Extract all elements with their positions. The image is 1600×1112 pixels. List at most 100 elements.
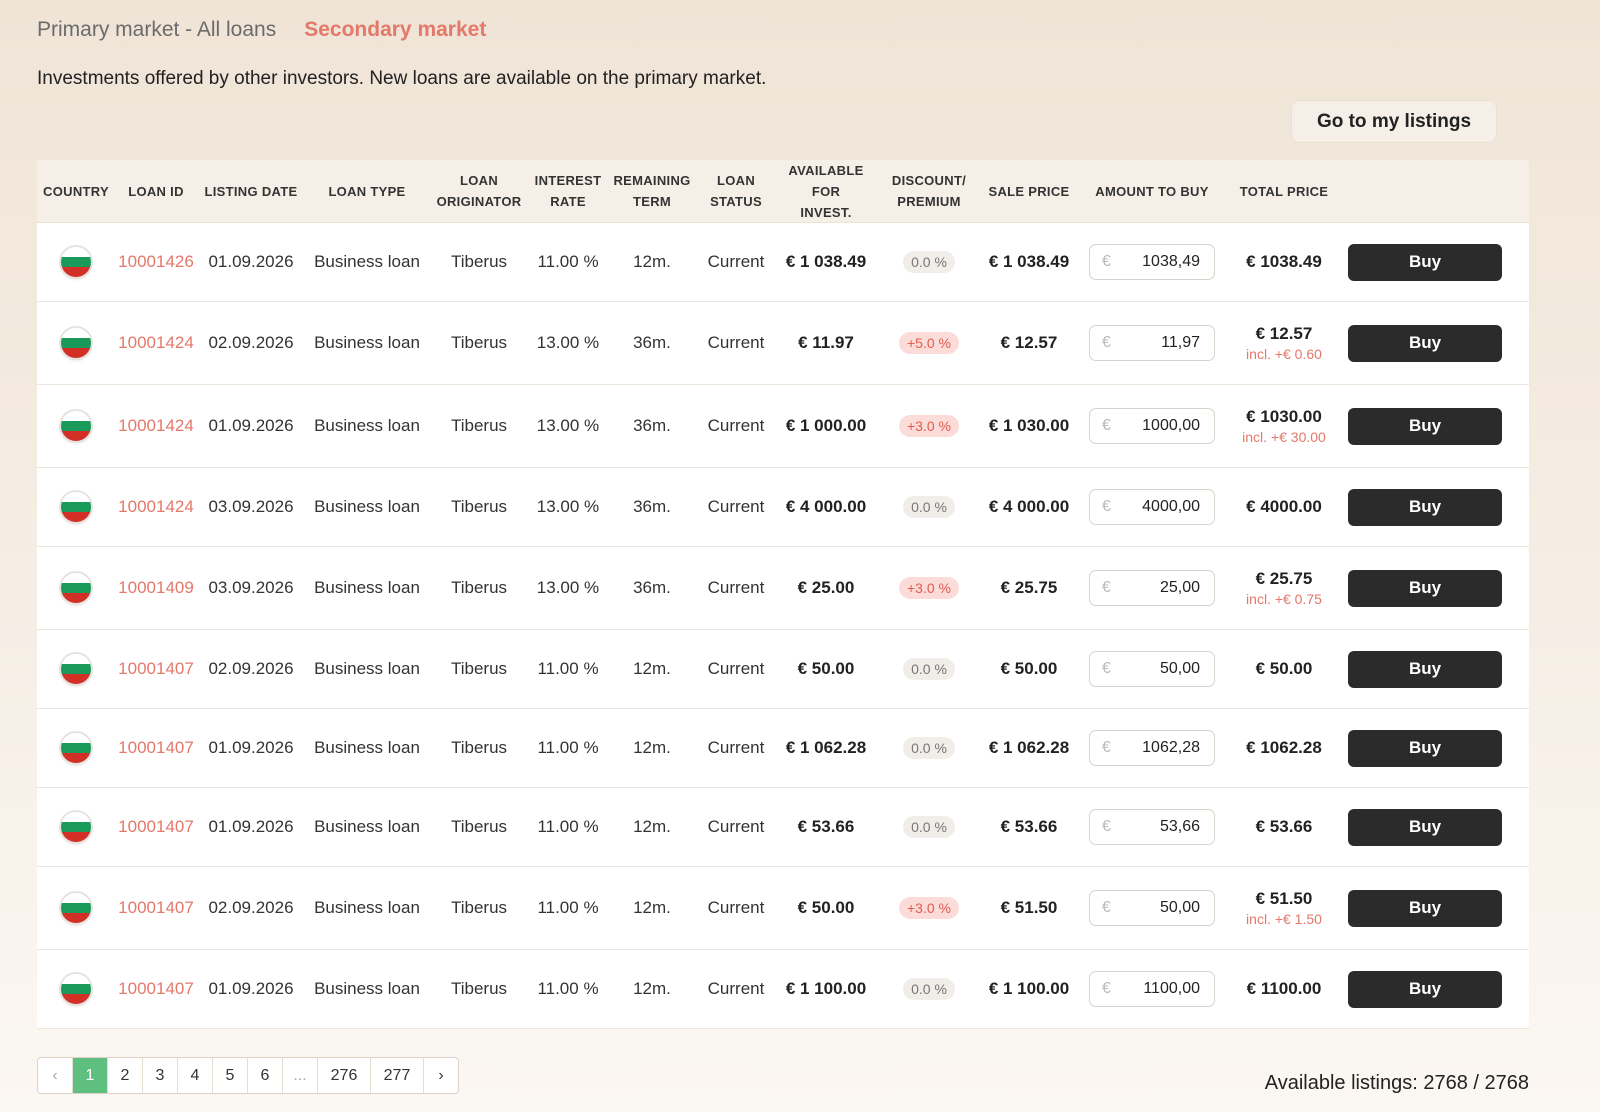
amount-to-buy-field[interactable]: €: [1089, 325, 1215, 361]
remaining-term: 12m.: [633, 898, 671, 917]
buy-button[interactable]: Buy: [1348, 243, 1502, 281]
loan-id-link[interactable]: 10001426: [115, 252, 197, 272]
amount-to-buy-field[interactable]: €: [1089, 651, 1215, 687]
loan-id-link[interactable]: 10001407: [115, 738, 197, 758]
loan-id-text[interactable]: 10001407: [118, 659, 194, 678]
amount-to-buy-field[interactable]: €: [1089, 408, 1215, 444]
loan-id-link[interactable]: 10001407: [115, 659, 197, 679]
col-remaining-term[interactable]: REMAINING TERM: [607, 170, 697, 212]
interest-rate: 11.00 %: [537, 979, 599, 998]
amount-to-buy-field[interactable]: €: [1089, 570, 1215, 606]
page-button-277[interactable]: 277: [371, 1058, 424, 1093]
next-page-button[interactable]: ›: [424, 1058, 458, 1093]
col-remaining-term-line1: REMAINING: [613, 173, 691, 188]
buy-button[interactable]: Buy: [1348, 488, 1502, 526]
buy-button[interactable]: Buy: [1348, 650, 1502, 688]
col-listing-date[interactable]: LISTING DATE: [197, 181, 305, 202]
page-button-276[interactable]: 276: [318, 1058, 371, 1093]
bulgaria-flag-icon: [61, 247, 91, 277]
col-discount-premium[interactable]: DISCOUNT/PREMIUM: [877, 170, 981, 212]
loan-id-link[interactable]: 10001424: [115, 333, 197, 353]
loan-id-text[interactable]: 10001409: [118, 578, 194, 597]
buy-button[interactable]: Buy: [1348, 324, 1502, 362]
amount-cell: €: [1077, 730, 1227, 766]
go-to-my-listings-button[interactable]: Go to my listings: [1291, 100, 1497, 143]
buy-cell: Buy: [1341, 650, 1509, 688]
amount-to-buy-input[interactable]: [1118, 898, 1202, 918]
amount-to-buy-input[interactable]: [1118, 416, 1202, 436]
interest-rate: 13.00 %: [536, 416, 600, 435]
amount-to-buy-input[interactable]: [1118, 497, 1202, 517]
col-loan-status[interactable]: LOAN STATUS: [697, 170, 775, 212]
buy-button[interactable]: Buy: [1348, 569, 1502, 607]
amount-to-buy-input[interactable]: [1118, 252, 1202, 272]
loan-id-link[interactable]: 10001409: [115, 578, 197, 598]
pagination: ‹ 1 2 3 4 5 6... 276 277 ›: [37, 1057, 459, 1094]
buy-button[interactable]: Buy: [1348, 970, 1502, 1008]
loan-id-text[interactable]: 10001407: [118, 738, 194, 757]
discount-badge: +3.0 %: [899, 415, 959, 437]
tab-primary-market[interactable]: Primary market - All loans: [37, 18, 276, 42]
loan-id-text[interactable]: 10001407: [118, 979, 194, 998]
loan-id-text[interactable]: 10001424: [118, 497, 194, 516]
loan-status: Current: [707, 252, 765, 271]
col-loan-type[interactable]: LOAN TYPE: [305, 181, 429, 202]
tab-secondary-market[interactable]: Secondary market: [304, 18, 486, 42]
buy-button[interactable]: Buy: [1348, 808, 1502, 846]
amount-to-buy-field[interactable]: €: [1089, 890, 1215, 926]
bulgaria-flag-icon: [61, 812, 91, 842]
page-button-4[interactable]: 4: [178, 1058, 213, 1093]
buy-button[interactable]: Buy: [1348, 729, 1502, 767]
loan-id-text[interactable]: 10001407: [118, 817, 194, 836]
col-interest-rate[interactable]: INTEREST RATE: [529, 170, 607, 212]
amount-to-buy-input[interactable]: [1118, 578, 1202, 598]
loan-type: Business loan: [314, 979, 420, 998]
discount-cell: +5.0 %: [877, 332, 981, 354]
amount-to-buy-field[interactable]: €: [1089, 730, 1215, 766]
amount-to-buy-input[interactable]: [1118, 333, 1202, 353]
amount-to-buy-input[interactable]: [1118, 659, 1202, 679]
col-interest-rate-line1: INTEREST: [534, 173, 602, 188]
col-loan-originator[interactable]: LOAN ORIGINATOR: [429, 170, 529, 212]
amount-to-buy-field[interactable]: €: [1089, 244, 1215, 280]
prev-page-button[interactable]: ‹: [38, 1058, 73, 1093]
page-button-2[interactable]: 2: [108, 1058, 143, 1093]
buy-cell: Buy: [1341, 488, 1509, 526]
page-button-6[interactable]: 6: [248, 1058, 283, 1093]
loan-id-link[interactable]: 10001407: [115, 979, 197, 999]
sale-price: € 1 030.00: [988, 416, 1070, 435]
col-country[interactable]: COUNTRY: [37, 181, 115, 202]
page-button-3[interactable]: 3: [143, 1058, 178, 1093]
page-button-5[interactable]: 5: [213, 1058, 248, 1093]
amount-to-buy-field[interactable]: €: [1089, 489, 1215, 525]
loan-id-text[interactable]: 10001424: [118, 333, 194, 352]
amount-to-buy-field[interactable]: €: [1089, 809, 1215, 845]
col-loan-originator-line2: ORIGINATOR: [436, 194, 522, 209]
loan-id-link[interactable]: 10001407: [115, 898, 197, 918]
loan-id-link[interactable]: 10001407: [115, 817, 197, 837]
amount-to-buy-input[interactable]: [1118, 738, 1202, 758]
loan-id-text[interactable]: 10001407: [118, 898, 194, 917]
buy-button[interactable]: Buy: [1348, 889, 1502, 927]
loan-status: Current: [707, 817, 765, 836]
col-sale-price[interactable]: SALE PRICE: [981, 181, 1077, 202]
page-button-1[interactable]: 1: [73, 1058, 108, 1093]
buy-button[interactable]: Buy: [1348, 407, 1502, 445]
amount-to-buy-input[interactable]: [1118, 817, 1202, 837]
available-amount: € 4 000.00: [785, 497, 867, 516]
country-cell: [37, 573, 115, 603]
sale-price: € 1 038.49: [988, 252, 1070, 271]
col-total-price[interactable]: TOTAL PRICE: [1227, 181, 1341, 202]
total-price: € 1030.00: [1246, 407, 1322, 426]
loan-id-link[interactable]: 10001424: [115, 416, 197, 436]
available-amount: € 53.66: [797, 817, 855, 836]
loan-id-text[interactable]: 10001426: [118, 252, 194, 271]
premium-included: incl. +€ 30.00: [1242, 429, 1326, 445]
col-available[interactable]: AVAILABLE FOR INVEST.: [775, 160, 877, 223]
loan-id-link[interactable]: 10001424: [115, 497, 197, 517]
loan-id-text[interactable]: 10001424: [118, 416, 194, 435]
remaining-term: 12m.: [633, 659, 671, 678]
amount-to-buy-input[interactable]: [1118, 979, 1202, 999]
amount-to-buy-field[interactable]: €: [1089, 971, 1215, 1007]
col-loan-id[interactable]: LOAN ID: [115, 181, 197, 202]
